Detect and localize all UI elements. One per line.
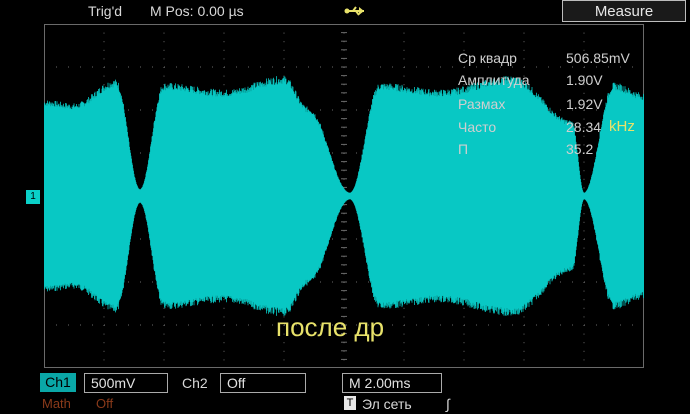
math-value: Off — [96, 396, 114, 411]
m-pos-readout: M Pos: 0.00 µs — [150, 3, 244, 19]
measure-tab[interactable]: Measure — [562, 0, 686, 22]
m-pos-unit: µs — [228, 3, 244, 19]
ch1-volts-div[interactable]: 500mV — [84, 373, 168, 393]
trigger-status: Trig'd — [88, 3, 123, 19]
ch1-trace — [44, 75, 644, 317]
frequency-unit: kHz — [609, 118, 635, 135]
measure-2-value: 1.90V — [566, 72, 603, 88]
measure-4-label: Часто — [458, 119, 497, 135]
ch2-volts-div[interactable]: Off — [220, 373, 306, 393]
measure-1-value: 506.85mV — [566, 50, 630, 66]
math-label[interactable]: Math — [42, 396, 71, 411]
measure-5-label: П — [458, 141, 469, 157]
trigger-slope-icon: ∫ — [446, 396, 450, 412]
measure-1-label: Ср квадр — [458, 50, 517, 66]
measure-2-label: Амплитуда — [458, 72, 530, 88]
measure-5-value: 35.2 — [566, 141, 594, 157]
ch1-button[interactable]: Ch1 — [40, 373, 76, 392]
trigger-tag: T — [344, 396, 356, 410]
timebase-readout[interactable]: M 2.00ms — [342, 373, 442, 393]
ch2-label[interactable]: Ch2 — [182, 375, 208, 391]
usb-icon — [344, 6, 364, 16]
measure-4-value: 28.34 — [566, 119, 602, 135]
top-status-bar: Trig'd M Pos: 0.00 µs Measure — [0, 0, 690, 22]
measure-3-label: Размах — [458, 96, 506, 112]
channel-1-marker[interactable]: 1 — [26, 190, 40, 204]
overlay-annotation: после др — [276, 312, 385, 342]
m-pos-label: M Pos: 0.00 — [150, 3, 225, 19]
measure-3-value: 1.92V — [566, 96, 603, 112]
trigger-source[interactable]: Эл сеть — [362, 396, 412, 412]
